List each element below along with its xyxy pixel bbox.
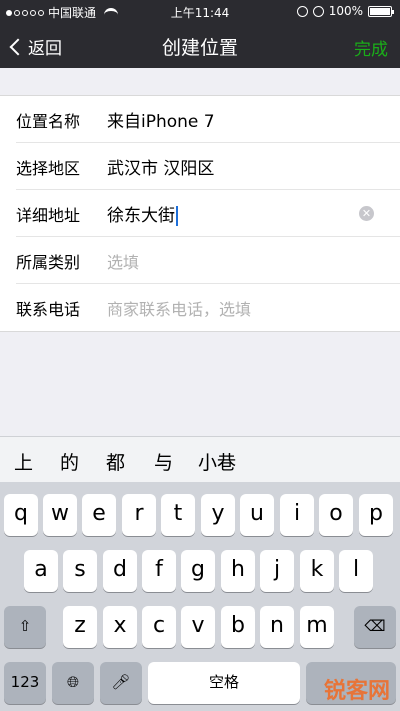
address-value: 徐东大街: [107, 206, 175, 226]
key-p[interactable]: p: [359, 494, 393, 536]
key-x[interactable]: x: [103, 606, 137, 648]
address-input[interactable]: 徐东大街: [107, 201, 178, 226]
key-l[interactable]: l: [339, 550, 373, 592]
done-button[interactable]: 完成: [354, 35, 388, 60]
clear-icon[interactable]: ✕: [359, 206, 374, 221]
key-s[interactable]: s: [63, 550, 97, 592]
key-u[interactable]: u: [240, 494, 274, 536]
page-title: 创建位置: [161, 37, 238, 59]
watermark-logo: 锐客网: [323, 679, 390, 704]
key-q[interactable]: q: [4, 494, 38, 536]
status-bar: 中国联通 上午11:44 100%: [0, 0, 400, 22]
candidate-bar: 上 的 都 与 小巷: [0, 436, 400, 482]
keyboard: q w e r t y u i o p a s d f g h j k l ⇧ …: [0, 482, 400, 711]
form-row-phone[interactable]: 联系电话 商家联系电话，选填: [16, 284, 400, 331]
key-f[interactable]: f: [142, 550, 176, 592]
key-c[interactable]: c: [142, 606, 176, 648]
key-o[interactable]: o: [319, 494, 353, 536]
candidate-word[interactable]: 都: [106, 448, 125, 475]
key-j[interactable]: j: [260, 550, 294, 592]
key-g[interactable]: g: [181, 550, 215, 592]
battery-icon: [368, 5, 394, 17]
candidate-word[interactable]: 小巷: [198, 448, 236, 475]
key-i[interactable]: i: [280, 494, 314, 536]
numbers-key[interactable]: 123: [4, 662, 46, 704]
field-label: 位置名称: [16, 112, 81, 131]
globe-icon[interactable]: 🌐︎: [52, 662, 94, 704]
region-selector[interactable]: 武汉市 汉阳区: [107, 154, 214, 179]
phone-input[interactable]: 商家联系电话，选填: [107, 296, 251, 320]
orientation-lock-icon: [296, 5, 308, 17]
key-h[interactable]: h: [221, 550, 255, 592]
key-y[interactable]: y: [201, 494, 235, 536]
key-v[interactable]: v: [181, 606, 215, 648]
key-w[interactable]: w: [43, 494, 77, 536]
field-label: 联系电话: [16, 300, 81, 319]
key-t[interactable]: t: [161, 494, 195, 536]
battery-percent: 100%: [328, 4, 363, 18]
location-form: 位置名称 来自iPhone 7 选择地区 武汉市 汉阳区 详细地址 徐东大街 ✕…: [0, 95, 400, 332]
key-k[interactable]: k: [300, 550, 334, 592]
key-n[interactable]: n: [260, 606, 294, 648]
navigation-bar: 返回 创建位置 完成: [0, 22, 400, 68]
space-key[interactable]: 空格: [148, 662, 300, 704]
delete-icon[interactable]: ⌫: [354, 606, 396, 648]
key-e[interactable]: e: [82, 494, 116, 536]
key-b[interactable]: b: [221, 606, 255, 648]
key-a[interactable]: a: [24, 550, 58, 592]
form-row-category[interactable]: 所属类别 选填: [16, 237, 400, 284]
shift-icon[interactable]: ⇧: [4, 606, 46, 648]
field-label: 选择地区: [16, 159, 81, 178]
field-label: 所属类别: [16, 253, 81, 272]
category-input[interactable]: 选填: [107, 249, 139, 273]
candidate-word[interactable]: 的: [60, 448, 79, 475]
form-row-address[interactable]: 详细地址 徐东大街 ✕: [16, 190, 400, 237]
field-label: 详细地址: [16, 206, 81, 225]
candidate-word[interactable]: 与: [154, 448, 173, 475]
key-d[interactable]: d: [103, 550, 137, 592]
location-name-input[interactable]: 来自iPhone 7: [107, 107, 215, 132]
key-m[interactable]: m: [300, 606, 334, 648]
alarm-icon: [312, 5, 324, 17]
candidate-word[interactable]: 上: [14, 448, 33, 475]
key-z[interactable]: z: [63, 606, 97, 648]
status-right: 100%: [296, 4, 394, 18]
form-row-name[interactable]: 位置名称 来自iPhone 7: [16, 96, 400, 143]
text-cursor: [176, 206, 178, 226]
key-r[interactable]: r: [122, 494, 156, 536]
microphone-icon[interactable]: 🎤︎: [100, 662, 142, 704]
form-row-region[interactable]: 选择地区 武汉市 汉阳区: [16, 143, 400, 190]
